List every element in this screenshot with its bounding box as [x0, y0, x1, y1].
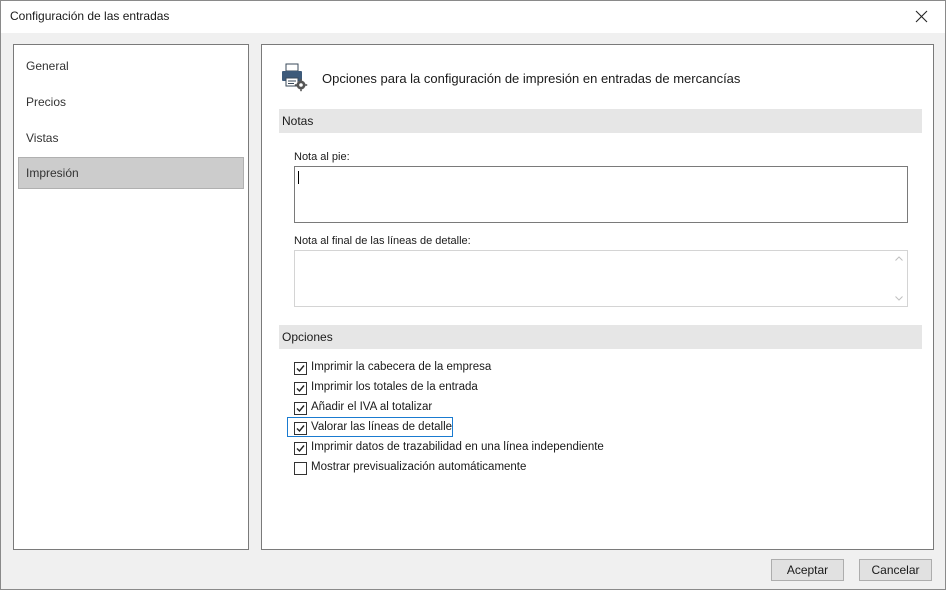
- printer-settings-icon: [280, 62, 308, 92]
- checkbox-label: Imprimir datos de trazabilidad en una lí…: [311, 441, 604, 453]
- sidebar-item-label: Impresión: [26, 166, 79, 180]
- checkbox-box[interactable]: [294, 402, 307, 415]
- sidebar-item-vistas[interactable]: Vistas: [18, 122, 244, 154]
- section-title: Notas: [282, 114, 314, 128]
- dialog-window: Configuración de las entradas General Pr…: [0, 0, 946, 590]
- checkbox-box[interactable]: [294, 462, 307, 475]
- accept-button[interactable]: Aceptar: [771, 559, 844, 581]
- window-title: Configuración de las entradas: [10, 9, 170, 23]
- checkbox-box[interactable]: [294, 442, 307, 455]
- close-button[interactable]: [901, 1, 945, 33]
- sidebar-item-general[interactable]: General: [18, 50, 244, 82]
- title-bar: Configuración de las entradas: [1, 1, 945, 33]
- checkbox-label: Mostrar previsualización automáticamente: [311, 461, 527, 473]
- scroll-up-icon[interactable]: [895, 256, 903, 261]
- notas-section-header: Notas: [279, 109, 922, 133]
- checkmark-icon: [296, 445, 305, 453]
- checkbox-box[interactable]: [294, 362, 307, 375]
- scroll-down-icon[interactable]: [895, 296, 903, 301]
- checkbox-label: Añadir el IVA al totalizar: [311, 401, 433, 413]
- checkbox-box[interactable]: [294, 382, 307, 395]
- sidebar-item-label: Precios: [26, 95, 67, 109]
- sidebar: General Precios Vistas Impresión: [13, 44, 249, 550]
- checkbox-label: Imprimir los totales de la entrada: [311, 381, 478, 393]
- checkmark-icon: [296, 365, 305, 373]
- sidebar-item-impresion[interactable]: Impresión: [18, 157, 244, 189]
- checkbox-label: Imprimir la cabecera de la empresa: [311, 361, 492, 373]
- sidebar-item-label: Vistas: [26, 131, 59, 145]
- nota-pie-field[interactable]: [294, 166, 908, 223]
- nota-pie-label: Nota al pie:: [294, 151, 350, 163]
- sidebar-item-precios[interactable]: Precios: [18, 86, 244, 118]
- focus-indicator: [287, 417, 453, 437]
- sidebar-item-label: General: [26, 59, 69, 73]
- cancel-button[interactable]: Cancelar: [859, 559, 932, 581]
- opciones-section-header: Opciones: [279, 325, 922, 349]
- scrollbar[interactable]: [890, 251, 907, 306]
- text-caret: [298, 171, 299, 184]
- close-icon: [915, 10, 928, 23]
- page-title: Opciones para la configuración de impres…: [322, 71, 741, 86]
- checkmark-icon: [296, 405, 305, 413]
- nota-final-label: Nota al final de las líneas de detalle:: [294, 235, 471, 247]
- main-panel: Opciones para la configuración de impres…: [261, 44, 934, 550]
- checkmark-icon: [296, 385, 305, 393]
- nota-final-field[interactable]: [294, 250, 908, 307]
- section-title: Opciones: [282, 330, 333, 344]
